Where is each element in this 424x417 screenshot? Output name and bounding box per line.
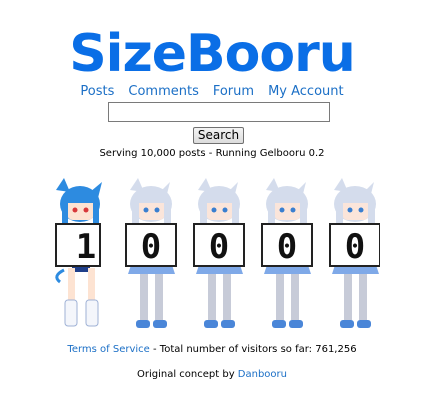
- nav-posts-link[interactable]: Posts: [80, 84, 114, 99]
- counter-digit-4: 0: [277, 227, 297, 267]
- site-logo[interactable]: SizeBooru: [0, 24, 424, 84]
- footer-credits: Original concept by Danbooru: [0, 369, 424, 380]
- visitor-counter-image: 1 0 0 0 0: [55, 178, 380, 328]
- concept-text: Original concept by: [136, 369, 238, 380]
- counter-digit-1: 1: [76, 227, 96, 267]
- search-button[interactable]: Search: [193, 127, 244, 144]
- danbooru-link[interactable]: Danbooru: [238, 369, 287, 380]
- footer-visitors: Terms of Service - Total number of visit…: [0, 344, 424, 355]
- visitors-count-text: - Total number of visitors so far: 761,2…: [149, 344, 357, 355]
- counter-digit-5: 0: [345, 227, 365, 267]
- nav-my-account-link[interactable]: My Account: [268, 84, 344, 99]
- search-input[interactable]: [108, 102, 330, 122]
- main-nav: Posts Comments Forum My Account: [0, 84, 424, 99]
- nav-comments-link[interactable]: Comments: [128, 84, 198, 99]
- counter-digit-3: 0: [209, 227, 229, 267]
- counter-digit-2: 0: [141, 227, 161, 267]
- nav-forum-link[interactable]: Forum: [213, 84, 254, 99]
- serving-status: Serving 10,000 posts - Running Gelbooru …: [99, 148, 325, 159]
- terms-of-service-link[interactable]: Terms of Service: [67, 344, 149, 355]
